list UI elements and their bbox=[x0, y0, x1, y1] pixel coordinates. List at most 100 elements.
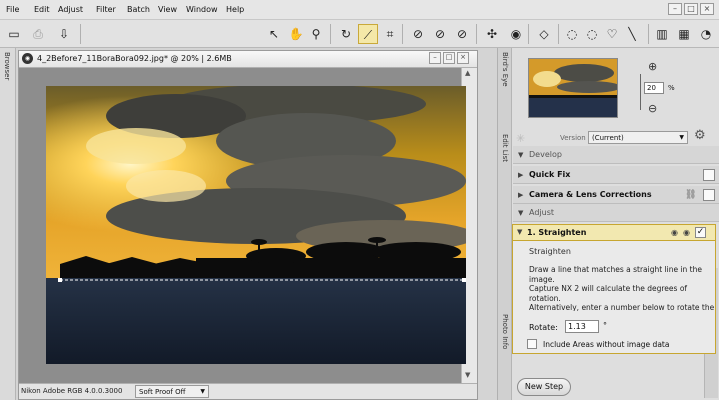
rotate-value: 1.13 bbox=[568, 322, 586, 331]
straighten-step-panel: ▼ 1. Straighten ◉ ◉ ✓ Straighten Draw a … bbox=[512, 224, 716, 354]
step-subtitle: Straighten bbox=[529, 247, 571, 256]
quick-fix-label: Quick Fix bbox=[529, 170, 571, 179]
scroll-down-icon[interactable]: ▼ bbox=[465, 371, 470, 379]
crop-tool-icon[interactable]: ⌗ bbox=[380, 24, 400, 44]
red-eye-icon[interactable]: ⊘ bbox=[408, 24, 428, 44]
gear-icon[interactable]: ⚙ bbox=[694, 128, 706, 143]
zoom-unit: % bbox=[668, 84, 675, 92]
color-control-point-icon[interactable]: ✣ bbox=[482, 24, 502, 44]
edit-list-tab[interactable]: Edit List bbox=[498, 128, 512, 278]
adjust-section-header[interactable]: ▼ Adjust bbox=[513, 204, 719, 222]
grid-icon[interactable]: ▦ bbox=[674, 24, 694, 44]
open-file-icon[interactable]: ▭ bbox=[4, 24, 24, 44]
straighten-tool-icon[interactable]: ⟋ bbox=[358, 24, 378, 44]
help-icon[interactable]: ◉ bbox=[671, 228, 678, 237]
version-label: Version bbox=[560, 134, 586, 142]
include-areas-label: Include Areas without image data bbox=[543, 340, 670, 349]
photo-info-tab[interactable]: Photo Info bbox=[498, 278, 512, 400]
include-areas-checkbox[interactable] bbox=[527, 339, 537, 349]
browser-tab-label: Browser bbox=[3, 52, 11, 81]
edit-list-tab-label: Edit List bbox=[501, 134, 509, 163]
color-profile-label: Nikon Adobe RGB 4.0.0.3000 bbox=[21, 387, 123, 395]
document-title: 4_2Before7_11BoraBora092.jpg* @ 20% | 2.… bbox=[37, 54, 232, 63]
chevron-down-icon: ▼ bbox=[518, 151, 524, 159]
line-handle-right[interactable] bbox=[462, 278, 466, 282]
birds-eye-thumbnail[interactable] bbox=[528, 58, 618, 118]
minimize-icon[interactable]: – bbox=[668, 3, 682, 15]
menu-file[interactable]: File bbox=[6, 5, 19, 14]
camera-lens-row[interactable]: ▶ Camera & Lens Corrections ⛓ bbox=[513, 186, 719, 204]
chevron-right-icon: ▶ bbox=[518, 191, 524, 199]
nx-app-icon: ◉ bbox=[22, 53, 33, 64]
zoom-in-icon[interactable]: ⊕ bbox=[648, 60, 657, 73]
direct-select-icon[interactable]: ↖ bbox=[264, 24, 284, 44]
opacity-icon[interactable]: ◉ bbox=[683, 228, 690, 237]
save-icon[interactable]: ⇩ bbox=[54, 24, 74, 44]
marquee-icon[interactable]: ◌ bbox=[582, 24, 602, 44]
photo-image[interactable] bbox=[46, 86, 466, 364]
toolbar-divider bbox=[330, 24, 331, 44]
eraser-icon[interactable]: ◇ bbox=[534, 24, 554, 44]
rotate-icon[interactable]: ↻ bbox=[336, 24, 356, 44]
zoom-slider[interactable] bbox=[640, 74, 641, 110]
lasso-icon[interactable]: ◌ bbox=[562, 24, 582, 44]
step-enabled-checkbox[interactable]: ✓ bbox=[695, 227, 706, 238]
menu-bar: File Edit Adjust Filter Batch View Windo… bbox=[0, 0, 719, 20]
link-icon: ⛓ bbox=[685, 190, 697, 200]
toolbar-divider bbox=[528, 24, 529, 44]
chevron-down-icon: ▼ bbox=[679, 134, 684, 141]
auto-retouch-icon[interactable]: ⊘ bbox=[430, 24, 450, 44]
chevron-down-icon: ▼ bbox=[518, 209, 524, 217]
menu-adjust[interactable]: Adjust bbox=[58, 5, 83, 14]
menu-help[interactable]: Help bbox=[226, 5, 244, 14]
maximize-icon[interactable]: □ bbox=[684, 3, 698, 15]
menu-window[interactable]: Window bbox=[186, 5, 218, 14]
line-handle-left[interactable] bbox=[58, 278, 62, 282]
develop-section-header[interactable]: ▼ Develop bbox=[513, 146, 719, 164]
gradient-icon[interactable]: ╲ bbox=[622, 24, 642, 44]
selection-control-point-icon[interactable]: ◉ bbox=[506, 24, 526, 44]
close-icon[interactable]: × bbox=[700, 3, 714, 15]
fill-icon[interactable]: ▥ bbox=[652, 24, 672, 44]
doc-minimize-icon[interactable]: – bbox=[429, 52, 441, 64]
menu-batch[interactable]: Batch bbox=[127, 5, 150, 14]
version-dropdown[interactable]: (Current) ▼ bbox=[588, 131, 688, 144]
chevron-down-icon: ▼ bbox=[200, 388, 205, 395]
soft-proof-dropdown[interactable]: Soft Proof Off ▼ bbox=[135, 385, 209, 398]
hand-tool-icon[interactable]: ✋ bbox=[286, 24, 306, 44]
show-hide-icon[interactable]: ◔ bbox=[696, 24, 716, 44]
menu-edit[interactable]: Edit bbox=[34, 5, 50, 14]
zoom-value: 20 bbox=[647, 84, 656, 92]
quick-fix-row[interactable]: ▶ Quick Fix bbox=[513, 166, 719, 184]
doc-maximize-icon[interactable]: □ bbox=[443, 52, 455, 64]
zoom-out-icon[interactable]: ⊖ bbox=[648, 102, 657, 115]
print-icon[interactable]: ⎙ bbox=[28, 24, 48, 44]
doc-close-icon[interactable]: × bbox=[457, 52, 469, 64]
camera-lens-checkbox[interactable] bbox=[703, 189, 715, 201]
zoom-input[interactable]: 20 bbox=[644, 82, 664, 94]
new-step-button[interactable]: New Step bbox=[517, 378, 571, 396]
retouch-brush-icon[interactable]: ⊘ bbox=[452, 24, 472, 44]
rotate-label: Rotate: bbox=[529, 323, 558, 332]
scroll-up-icon[interactable]: ▲ bbox=[465, 69, 470, 77]
toolbar-divider bbox=[558, 24, 559, 44]
menu-view[interactable]: View bbox=[158, 5, 177, 14]
status-bar: Nikon Adobe RGB 4.0.0.3000 Soft Proof Of… bbox=[19, 383, 477, 399]
selection-brush-icon[interactable]: ♡ bbox=[602, 24, 622, 44]
browser-panel-tab[interactable]: Browser bbox=[0, 48, 16, 400]
toolbar-divider bbox=[80, 24, 81, 44]
menu-filter[interactable]: Filter bbox=[96, 5, 116, 14]
zoom-tool-icon[interactable]: ⚲ bbox=[306, 24, 326, 44]
quick-fix-checkbox[interactable] bbox=[703, 169, 715, 181]
lightbulb-icon: ✳ bbox=[516, 132, 526, 145]
document-title-bar[interactable]: ◉ 4_2Before7_11BoraBora092.jpg* @ 20% | … bbox=[19, 51, 477, 68]
straighten-step-header[interactable]: ▼ 1. Straighten ◉ ◉ ✓ bbox=[513, 225, 715, 241]
develop-label: Develop bbox=[529, 150, 562, 159]
birds-eye-tab[interactable]: Bird's Eye bbox=[498, 48, 512, 128]
rotate-input[interactable]: 1.13 bbox=[565, 320, 599, 333]
version-value: (Current) bbox=[592, 134, 624, 142]
step-description: Draw a line that matches a straight line… bbox=[529, 265, 715, 311]
toolbar: ▭ ⎙ ⇩ ↖ ✋ ⚲ ↻ ⟋ ⌗ ⊘ ⊘ ⊘ ✣ ◉ ◇ ◌ ◌ ♡ ╲ ▥ … bbox=[0, 20, 719, 48]
soft-proof-value: Soft Proof Off bbox=[139, 388, 186, 396]
chevron-down-icon: ▼ bbox=[517, 228, 523, 236]
